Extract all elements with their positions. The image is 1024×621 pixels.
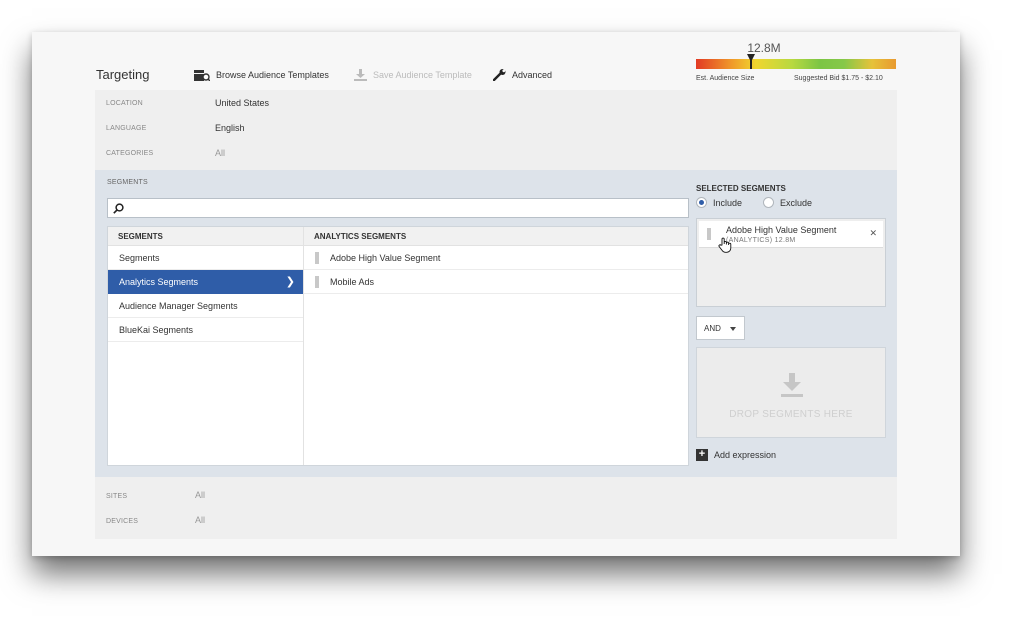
drop-zone[interactable]: DROP SEGMENTS HERE [696,347,886,438]
advanced-button[interactable]: Advanced [493,69,552,81]
segment-item-label: Adobe High Value Segment [330,253,441,263]
sites-value[interactable]: All [195,490,205,500]
browse-templates-label: Browse Audience Templates [216,70,329,80]
chip-name: Adobe High Value Segment [726,225,837,235]
audience-size-value: 12.8M [747,41,781,55]
chevron-right-icon: ❯ [285,276,295,288]
segment-item-label: Mobile Ads [330,277,375,287]
segment-source-item-analytics[interactable]: Analytics Segments ❯ [108,270,303,294]
segment-browser: SEGMENTS Segments Analytics Segments ❯ A… [107,226,689,466]
drop-zone-text: DROP SEGMENTS HERE [729,409,853,420]
segment-source-item[interactable]: BlueKai Segments [108,318,303,342]
suggested-bid-label: Suggested Bid $1.75 - $2.10 [794,75,883,82]
location-value[interactable]: United States [215,98,269,108]
segment-item[interactable]: Adobe High Value Segment [304,246,688,270]
segment-source-label: Analytics Segments [119,277,199,287]
chip-subtitle: (ANALYTICS) 12.8M [726,237,796,244]
analytics-segment-list: ANALYTICS SEGMENTS Adobe High Value Segm… [304,227,688,465]
radio-selected-icon [696,197,707,208]
exclude-radio[interactable]: Exclude [763,197,812,208]
location-label: LOCATION [106,100,143,107]
segments-column-header: SEGMENTS [108,227,303,246]
segment-source-item[interactable]: Segments [108,246,303,270]
segment-source-label: Audience Manager Segments [119,301,238,311]
remove-segment-icon[interactable]: ✕ [869,228,877,239]
caret-down-icon [730,327,736,331]
save-template-button[interactable]: Save Audience Template [354,69,472,81]
include-label: Include [713,197,743,208]
bid-gradient-bar [696,59,896,69]
targeting-info: LOCATION United States LANGUAGE English … [95,90,897,170]
search-icon [113,203,124,214]
selected-segments-box: Adobe High Value Segment (ANALYTICS) 12.… [696,218,886,307]
segments-section: SEGMENTS SEGMENTS Segments Analytics Seg… [95,170,897,477]
download-arrow-icon [781,373,803,397]
categories-label: CATEGORIES [106,150,154,157]
audience-size-label: Est. Audience Size [696,75,755,82]
operator-value: AND [704,324,721,333]
page-title: Targeting [96,67,150,82]
templates-icon [194,70,210,81]
plus-icon: + [696,449,708,461]
radio-empty-icon [763,197,774,208]
selected-segment-chip[interactable]: Adobe High Value Segment (ANALYTICS) 12.… [699,221,883,253]
sites-label: SITES [106,493,128,500]
categories-value[interactable]: All [215,148,225,158]
analytics-column-header: ANALYTICS SEGMENTS [304,227,688,246]
drag-handle-icon[interactable] [315,276,319,288]
segments-label: SEGMENTS [107,179,148,186]
bid-pointer-icon [747,54,755,62]
drag-handle-icon[interactable] [707,228,711,240]
language-value[interactable]: English [215,123,245,133]
targeting-extra: SITES All DEVICES All [95,477,897,539]
include-radio[interactable]: Include [696,197,742,208]
advanced-label: Advanced [512,70,553,80]
segment-source-label: Segments [119,253,160,263]
exclude-label: Exclude [780,197,813,208]
segment-source-label: BlueKai Segments [119,325,194,335]
drag-handle-icon[interactable] [315,252,319,264]
wrench-icon [493,69,506,81]
segment-search-input[interactable] [107,198,689,218]
save-template-label: Save Audience Template [373,70,472,80]
add-expression-button[interactable]: + Add expression [696,449,776,461]
segment-source-item[interactable]: Audience Manager Segments [108,294,303,318]
language-label: LANGUAGE [106,125,147,132]
devices-label: DEVICES [106,518,139,525]
devices-value[interactable]: All [195,515,205,525]
hand-cursor-icon [718,237,732,253]
add-expression-label: Add expression [714,450,777,460]
browse-templates-button[interactable]: Browse Audience Templates [194,69,329,81]
selected-segments-title: SELECTED SEGMENTS [696,184,786,193]
targeting-window: Targeting Browse Audience Templates Save… [32,32,960,556]
operator-dropdown[interactable]: AND [696,316,745,340]
download-icon [354,69,367,81]
segment-item[interactable]: Mobile Ads [304,270,688,294]
segment-source-list: SEGMENTS Segments Analytics Segments ❯ A… [108,227,304,465]
